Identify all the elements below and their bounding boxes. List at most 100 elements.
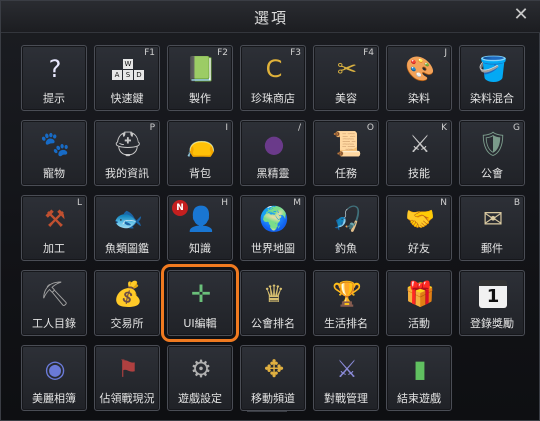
helmet-icon: ⛑ — [112, 130, 144, 158]
question-icon: ? — [48, 55, 62, 83]
menu-tile-exit-lantern[interactable]: ▮ 結束遊戲 — [386, 345, 452, 411]
hotkey-label: G — [513, 123, 520, 133]
menu-tile-guild-ranking[interactable]: ♛ 公會排名 — [240, 270, 306, 336]
hotkey-label: P — [149, 123, 155, 133]
knowledge-head-icon: 👤 — [186, 205, 216, 233]
menu-tile-channel-move[interactable]: ✥ 移動頻道 — [240, 345, 306, 411]
channel-move-icon: ✥ — [263, 355, 285, 383]
menu-tile-dye-bucket[interactable]: 🪣 染料混合 — [459, 45, 525, 111]
tile-label: 提示 — [43, 92, 65, 105]
menu-tile-paw[interactable]: 🐾 寵物 — [21, 120, 87, 186]
menu-tile-crafting-book[interactable]: 📗 F2 製作 — [167, 45, 233, 111]
calendar-icon: 1 — [477, 278, 509, 310]
axe-icon: ⚔ — [409, 130, 431, 158]
menu-tile-gear[interactable]: ⚙ 遊戲設定 — [167, 345, 233, 411]
menu-tile-bag[interactable]: 👝 I 背包 — [167, 120, 233, 186]
tile-label: 寵物 — [43, 167, 65, 180]
tile-label: 結束遊戲 — [397, 392, 441, 405]
tile-label: 公會 — [481, 167, 503, 180]
hotkey-label: J — [444, 48, 447, 58]
crafting-book-icon: 📗 — [186, 55, 216, 83]
hotkey-label: B — [513, 198, 520, 208]
trade-goods-icon: 💰 — [113, 280, 143, 308]
tile-label: 魚類圖鑑 — [105, 242, 149, 255]
menu-tile-battle-crest[interactable]: ⚔ 對戰管理 — [313, 345, 379, 411]
options-window: 選項 ✕ ? 提示 W A S D F1 快速鍵 📗 F2 製作 C F3 珍珠商店 ✂ F4 美容 🎨 J 染料 🪣 染… — [0, 0, 540, 421]
menu-tile-handshake[interactable]: 🤝 N 好友 — [386, 195, 452, 261]
tile-label: 任務 — [335, 167, 357, 180]
menu-tile-trade-goods[interactable]: 💰 交易所 — [94, 270, 160, 336]
dye-bucket-icon: 🪣 — [478, 55, 508, 83]
menu-tile-trophy[interactable]: 🏆 生活排名 — [313, 270, 379, 336]
tile-label: 釣魚 — [335, 242, 357, 255]
black-spirit-icon: ● — [263, 130, 285, 158]
menu-tile-processing-tools[interactable]: ⚒ L 加工 — [21, 195, 87, 261]
tile-label: 佔領戰現況 — [99, 392, 155, 405]
tile-label: 技能 — [408, 167, 430, 180]
menu-tile-photo-album[interactable]: ◉ 美麗相簿 — [21, 345, 87, 411]
keyboard-keys-icon: WASD — [112, 53, 144, 85]
hotkey-label: F4 — [363, 48, 374, 58]
menu-tile-calendar[interactable]: 1 登錄獎勵 — [459, 270, 525, 336]
menu-tile-comb[interactable]: ✂ F4 美容 — [313, 45, 379, 111]
guild-shield-icon: 🛡 — [477, 130, 509, 158]
window-title: 選項 — [253, 9, 288, 27]
menu-tile-siege-banner[interactable]: ⚑ 佔領戰現況 — [94, 345, 160, 411]
hotkey-label: / — [297, 123, 301, 133]
comb-icon: ✂ — [336, 55, 358, 83]
exit-lantern-icon: ▮ — [413, 355, 427, 383]
tile-label: UI編輯 — [183, 317, 217, 330]
hotkey-label: F2 — [217, 48, 228, 58]
fishing-icon: 🎣 — [332, 205, 362, 233]
menu-tile-mail[interactable]: ✉ B 郵件 — [459, 195, 525, 261]
tile-label: 珍珠商店 — [251, 92, 295, 105]
menu-tile-globe[interactable]: 🌍 M 世界地圖 — [240, 195, 306, 261]
menu-tile-fishing[interactable]: 🎣 釣魚 — [313, 195, 379, 261]
menu-tile-knowledge-head[interactable]: 👤 H N 知識 — [167, 195, 233, 261]
menu-tile-pickaxe[interactable]: ⛏ 工人目錄 — [21, 270, 87, 336]
tile-label: 我的資訊 — [105, 167, 149, 180]
menu-tile-gift-box[interactable]: 🎁 活動 — [386, 270, 452, 336]
menu-tile-helmet[interactable]: ⛑ P 我的資訊 — [94, 120, 160, 186]
palette-icon: 🎨 — [405, 55, 435, 83]
bag-icon: 👝 — [186, 130, 216, 158]
tile-label: 移動頻道 — [251, 392, 295, 405]
tile-label: 快速鍵 — [110, 92, 144, 105]
pickaxe-icon: ⛏ — [39, 280, 71, 308]
tile-label: 對戰管理 — [324, 392, 368, 405]
hotkey-label: L — [76, 198, 82, 208]
tile-label: 好友 — [408, 242, 430, 255]
tile-label: 製作 — [189, 92, 211, 105]
options-grid: ? 提示 W A S D F1 快速鍵 📗 F2 製作 C F3 珍珠商店 ✂ F4 美容 🎨 J 染料 🪣 染料混合 🐾 寵… — [21, 45, 525, 411]
handshake-icon: 🤝 — [405, 205, 435, 233]
menu-tile-palette[interactable]: 🎨 J 染料 — [386, 45, 452, 111]
hotkey-label: H — [221, 198, 228, 208]
trophy-icon: 🏆 — [332, 280, 362, 308]
new-badge: N — [172, 200, 188, 216]
menu-tile-black-spirit[interactable]: ● / 黑精靈 — [240, 120, 306, 186]
close-icon[interactable]: ✕ — [511, 5, 531, 25]
tile-label: 世界地圖 — [251, 242, 295, 255]
resize-handle[interactable] — [247, 411, 287, 419]
menu-tile-pearl-coin[interactable]: C F3 珍珠商店 — [240, 45, 306, 111]
hotkey-label: K — [441, 123, 447, 133]
menu-tile-guild-shield[interactable]: 🛡 G 公會 — [459, 120, 525, 186]
menu-tile-question[interactable]: ? 提示 — [21, 45, 87, 111]
tile-label: 美麗相簿 — [32, 392, 76, 405]
menu-tile-axe[interactable]: ⚔ K 技能 — [386, 120, 452, 186]
tile-label: 知識 — [189, 242, 211, 255]
tile-label: 加工 — [43, 242, 65, 255]
window-titlebar[interactable]: 選項 ✕ — [1, 1, 540, 33]
tile-label: 染料 — [408, 92, 430, 105]
hotkey-label: I — [225, 123, 228, 133]
hotkey-label: O — [366, 123, 374, 133]
menu-tile-scroll[interactable]: 📜 O 任務 — [313, 120, 379, 186]
menu-tile-fish[interactable]: 🐟 魚類圖鑑 — [94, 195, 160, 261]
tile-label: 生活排名 — [324, 317, 368, 330]
tile-label: 染料混合 — [470, 92, 514, 105]
menu-tile-move-arrows[interactable]: ✛ UI編輯 — [161, 264, 239, 342]
tile-label: 郵件 — [481, 242, 503, 255]
menu-tile-keyboard-keys[interactable]: W A S D F1 快速鍵 — [94, 45, 160, 111]
mail-icon: ✉ — [482, 205, 504, 233]
move-arrows-icon: ✛ — [190, 280, 212, 308]
